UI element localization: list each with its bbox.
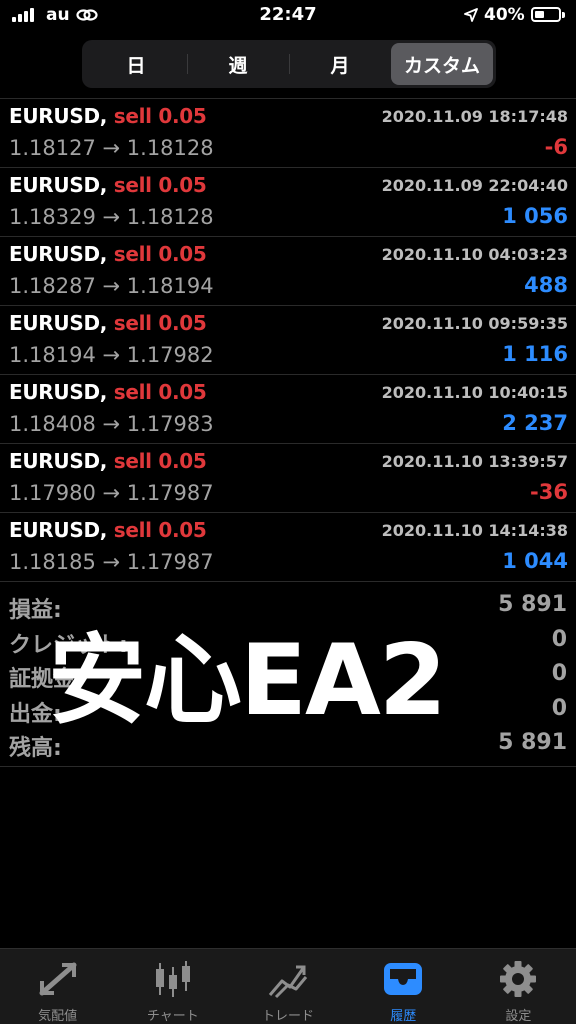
trade-profit: 1 056 xyxy=(502,204,568,228)
tab-label: 気配値 xyxy=(38,1009,78,1024)
order-side: sell 0.05 xyxy=(113,173,207,197)
trade-icon xyxy=(268,965,308,999)
trade-symbol: EURUSD, sell 0.05 xyxy=(9,518,207,542)
trade-row[interactable]: EURUSD, sell 0.05 2020.11.10 10:40:15 1.18… xyxy=(0,375,576,444)
symbol-label: EURUSD, xyxy=(9,518,108,542)
trade-prices: 1.18194 → 1.17982 xyxy=(9,343,214,367)
trade-time: 2020.11.09 18:17:48 xyxy=(381,107,568,126)
trade-row[interactable]: EURUSD, sell 0.05 2020.11.09 22:04:40 1.18… xyxy=(0,168,576,237)
order-side: sell 0.05 xyxy=(113,449,207,473)
quotes-icon xyxy=(39,962,77,996)
gear-icon xyxy=(500,961,537,997)
trade-symbol: EURUSD, sell 0.05 xyxy=(9,173,207,197)
trade-time: 2020.11.10 13:39:57 xyxy=(381,452,568,471)
tab-label: 設定 xyxy=(505,1009,532,1024)
trade-row[interactable]: EURUSD, sell 0.05 2020.11.10 04:03:23 1.18… xyxy=(0,237,576,306)
tab-label: 履歴 xyxy=(390,1009,417,1024)
trade-prices: 1.18408 → 1.17983 xyxy=(9,412,214,436)
symbol-label: EURUSD, xyxy=(9,449,108,473)
tab-quotes[interactable]: 気配値 xyxy=(0,949,115,1024)
battery-icon xyxy=(531,7,565,22)
trade-time: 2020.11.10 10:40:15 xyxy=(381,383,568,402)
trade-prices: 1.18287 → 1.18194 xyxy=(9,274,214,298)
summary-value: 5 891 xyxy=(498,592,567,617)
battery-percentage: 40% xyxy=(484,5,525,25)
order-side: sell 0.05 xyxy=(113,311,207,335)
order-side: sell 0.05 xyxy=(113,104,207,128)
trade-symbol: EURUSD, sell 0.05 xyxy=(9,380,207,404)
trade-time: 2020.11.10 09:59:35 xyxy=(381,314,568,333)
summary-value: 0 xyxy=(551,626,567,652)
trade-profit: 2 237 xyxy=(502,411,568,435)
symbol-label: EURUSD, xyxy=(9,311,108,335)
tab-label: トレード xyxy=(262,1009,315,1024)
symbol-label: EURUSD, xyxy=(9,104,108,128)
trade-profit: 488 xyxy=(524,273,568,297)
trade-time: 2020.11.10 04:03:23 xyxy=(381,245,568,264)
tab-settings[interactable]: 設定 xyxy=(461,949,576,1024)
trade-history-list: EURUSD, sell 0.05 2020.11.09 18:17:48 1.18… xyxy=(0,98,576,582)
order-side: sell 0.05 xyxy=(113,242,207,266)
summary-label: 損益: xyxy=(9,598,62,623)
period-segmented-control: 日 週 月 カスタム xyxy=(82,40,496,88)
overlay-caption: 安心EA2 xyxy=(48,624,447,738)
tab-history[interactable]: 履歴 xyxy=(346,949,461,1024)
trade-prices: 1.18127 → 1.18128 xyxy=(9,136,214,160)
trade-profit: -6 xyxy=(544,135,568,159)
summary-row: 損益: 5 891 xyxy=(0,587,576,623)
history-inbox-icon xyxy=(384,963,423,995)
tab-label: チャート xyxy=(146,1009,199,1024)
order-side: sell 0.05 xyxy=(113,518,207,542)
trade-row[interactable]: EURUSD, sell 0.05 2020.11.10 09:59:35 1.18… xyxy=(0,306,576,375)
trade-row[interactable]: EURUSD, sell 0.05 2020.11.10 14:14:38 1.18… xyxy=(0,513,576,582)
trade-row[interactable]: EURUSD, sell 0.05 2020.11.09 18:17:48 1.18… xyxy=(0,99,576,168)
trade-symbol: EURUSD, sell 0.05 xyxy=(9,242,207,266)
summary-value: 0 xyxy=(551,661,567,686)
tab-bar: 気配値 チャート トレード 履歴 設定 xyxy=(0,948,576,1024)
segment-week[interactable]: 週 xyxy=(187,43,289,85)
trade-row[interactable]: EURUSD, sell 0.05 2020.11.10 13:39:57 1.17… xyxy=(0,444,576,513)
order-side: sell 0.05 xyxy=(113,380,207,404)
symbol-label: EURUSD, xyxy=(9,173,108,197)
symbol-label: EURUSD, xyxy=(9,380,108,404)
trade-time: 2020.11.10 14:14:38 xyxy=(381,521,568,540)
location-arrow-icon xyxy=(464,8,478,22)
summary-value: 0 xyxy=(551,695,567,721)
trade-symbol: EURUSD, sell 0.05 xyxy=(9,104,207,128)
tab-chart[interactable]: チャート xyxy=(115,949,230,1024)
candlestick-icon xyxy=(155,961,190,997)
trade-profit: -36 xyxy=(530,480,568,504)
segment-day[interactable]: 日 xyxy=(85,43,187,85)
trade-profit: 1 116 xyxy=(502,342,568,366)
trade-prices: 1.18185 → 1.17987 xyxy=(9,550,214,574)
trade-symbol: EURUSD, sell 0.05 xyxy=(9,449,207,473)
segment-custom[interactable]: カスタム xyxy=(391,43,493,85)
trade-prices: 1.17980 → 1.17987 xyxy=(9,481,214,505)
segment-month[interactable]: 月 xyxy=(289,43,391,85)
symbol-label: EURUSD, xyxy=(9,242,108,266)
status-bar: au 22:47 40% xyxy=(0,0,576,32)
tab-trade[interactable]: トレード xyxy=(230,949,345,1024)
trade-time: 2020.11.09 22:04:40 xyxy=(381,176,568,195)
trade-prices: 1.18329 → 1.18128 xyxy=(9,205,214,229)
trade-symbol: EURUSD, sell 0.05 xyxy=(9,311,207,335)
trade-profit: 1 044 xyxy=(502,549,568,573)
